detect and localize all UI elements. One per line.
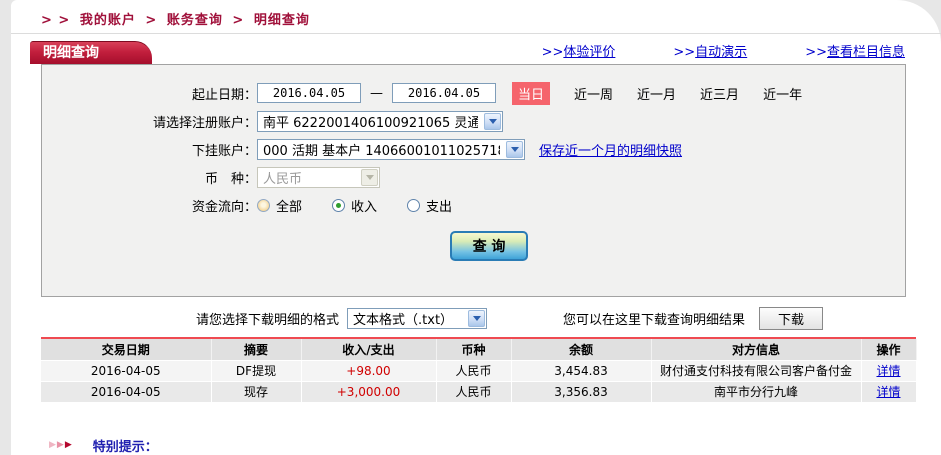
currency-row: 币 种： 人民币 (42, 165, 905, 189)
special-notice-label: 特别提示： (92, 439, 158, 455)
table-row: 2016-04-05 DF提现 +98.00 人民币 3,454.83 财付通支… (41, 360, 917, 382)
header-amount: 收入/支出 (301, 339, 437, 361)
double-arrow-icon: >> (673, 45, 696, 60)
quick-range-today-button[interactable]: 当日 (512, 81, 551, 105)
query-form-panel: 起止日期： — 当日 近一周 近一月 近三月 近一年 请选择注册账户： 南平 6… (41, 64, 906, 297)
header-balance: 余额 (511, 339, 652, 361)
breadcrumb-item-my-account[interactable]: 我的账户 (80, 13, 136, 28)
breadcrumb-separator: > (232, 13, 245, 28)
date-range-row: 起止日期： — 当日 近一周 近一月 近三月 近一年 (42, 81, 905, 105)
download-row: 请您选择下载明细的格式 文本格式（.txt） 您可以在这里下载查询明细结果 下载 (196, 306, 941, 330)
breadcrumb-item-account-query[interactable]: 账务查询 (167, 13, 223, 28)
cell-summary: DF提现 (211, 360, 302, 382)
date-from-input[interactable] (257, 83, 361, 103)
chevron-down-icon[interactable] (506, 140, 523, 158)
quick-range-week[interactable]: 近一周 (574, 84, 613, 103)
registered-account-select[interactable]: 南平 6222001406100921065 灵通卡 (257, 110, 503, 132)
page: > > 我的账户 > 账务查询 > 明细查询 明细查询 >>体验评价 >>自动演… (11, 0, 941, 455)
breadcrumb-item-detail-query[interactable]: 明细查询 (254, 13, 310, 28)
cell-amount: +98.00 (301, 360, 437, 382)
detail-link[interactable]: 详情 (876, 364, 900, 378)
top-links: >>体验评价 >>自动演示 >>查看栏目信息 (484, 41, 905, 64)
cell-balance: 3,356.83 (511, 381, 652, 403)
registered-account-row: 请选择注册账户： 南平 6222001406100921065 灵通卡 (42, 109, 905, 133)
special-notice-row: ▶ ▶ ▶ 特别提示： (11, 436, 941, 455)
radio-icon[interactable] (407, 198, 421, 212)
transaction-table: 交易日期 摘要 收入/支出 币种 余额 对方信息 操作 2016-04-05 D… (41, 339, 917, 403)
cell-counterparty: 财付通支付科技有限公司客户备付金 (651, 360, 862, 382)
quick-range-year[interactable]: 近一年 (763, 84, 802, 103)
chevron-down-icon[interactable] (484, 112, 501, 130)
link-view-column-info[interactable]: >>查看栏目信息 (805, 41, 905, 60)
cell-amount: +3,000.00 (301, 381, 437, 403)
cell-date: 2016-04-05 (41, 360, 212, 382)
chevron-down-icon[interactable] (468, 309, 486, 327)
cell-date: 2016-04-05 (41, 381, 212, 403)
currency-label: 币 种： (204, 171, 257, 187)
cell-currency: 人民币 (436, 360, 512, 382)
download-format-select[interactable]: 文本格式（.txt） (347, 307, 488, 329)
flow-option-all[interactable]: 全部 (257, 196, 302, 215)
header-counterparty: 对方信息 (651, 339, 862, 361)
date-to-input[interactable] (392, 83, 496, 103)
breadcrumb-prefix: > > (41, 13, 71, 28)
date-separator: — (370, 85, 383, 101)
header-summary: 摘要 (211, 339, 302, 361)
radio-icon[interactable] (257, 198, 270, 212)
tab-detail-query: 明细查询 (30, 41, 152, 64)
cell-currency: 人民币 (436, 381, 512, 403)
divider (11, 33, 941, 34)
link-auto-demo[interactable]: >>自动演示 (673, 41, 747, 60)
header-date: 交易日期 (41, 339, 212, 361)
double-arrow-icon: >> (805, 45, 827, 60)
currency-select-disabled: 人民币 (257, 166, 380, 188)
flow-radio-group: 全部 收入 支出 (257, 196, 482, 215)
flow-option-expense[interactable]: 支出 (407, 196, 452, 215)
date-range-label: 起止日期： (191, 87, 257, 103)
detail-link[interactable]: 详情 (876, 385, 900, 399)
flow-direction-label: 资金流向： (191, 199, 257, 215)
download-format-label: 请您选择下载明细的格式 (196, 312, 340, 328)
cell-summary: 现存 (211, 381, 302, 403)
query-button[interactable]: 查 询 (450, 231, 528, 261)
save-snapshot-link[interactable]: 保存近一个月的明细快照 (539, 140, 682, 159)
breadcrumb-separator: > (145, 13, 158, 28)
table-header-row: 交易日期 摘要 收入/支出 币种 余额 对方信息 操作 (41, 339, 917, 361)
header-action: 操作 (861, 339, 917, 361)
header-currency: 币种 (436, 339, 512, 361)
tab-row: 明细查询 >>体验评价 >>自动演示 >>查看栏目信息 (11, 41, 941, 64)
sub-account-label: 下挂账户： (191, 143, 257, 159)
chevron-down-icon (361, 168, 378, 186)
quick-range-month[interactable]: 近一月 (637, 84, 676, 103)
download-result-label: 您可以在这里下载查询明细结果 (563, 312, 746, 328)
cell-counterparty: 南平市分行九峰 (651, 381, 862, 403)
download-button[interactable]: 下载 (759, 306, 824, 330)
sub-account-row: 下挂账户： 000 活期 基本户 1406600101102571848 保存近… (42, 137, 905, 161)
sub-account-select[interactable]: 000 活期 基本户 1406600101102571848 (257, 138, 525, 160)
breadcrumb: > > 我的账户 > 账务查询 > 明细查询 (11, 0, 941, 28)
triple-arrow-icon: ▶ ▶ ▶ (49, 440, 72, 450)
double-arrow-icon: >> (541, 45, 564, 60)
flow-direction-row: 资金流向： 全部 收入 支出 (42, 193, 905, 217)
flow-option-income[interactable]: 收入 (332, 196, 377, 215)
link-experience-rating[interactable]: >>体验评价 (542, 41, 616, 60)
quick-range-quarter[interactable]: 近三月 (700, 84, 739, 103)
radio-checked-icon[interactable] (332, 198, 346, 212)
cell-balance: 3,454.83 (511, 360, 652, 382)
table-row: 2016-04-05 现存 +3,000.00 人民币 3,356.83 南平市… (41, 381, 917, 403)
registered-account-label: 请选择注册账户： (152, 115, 257, 131)
